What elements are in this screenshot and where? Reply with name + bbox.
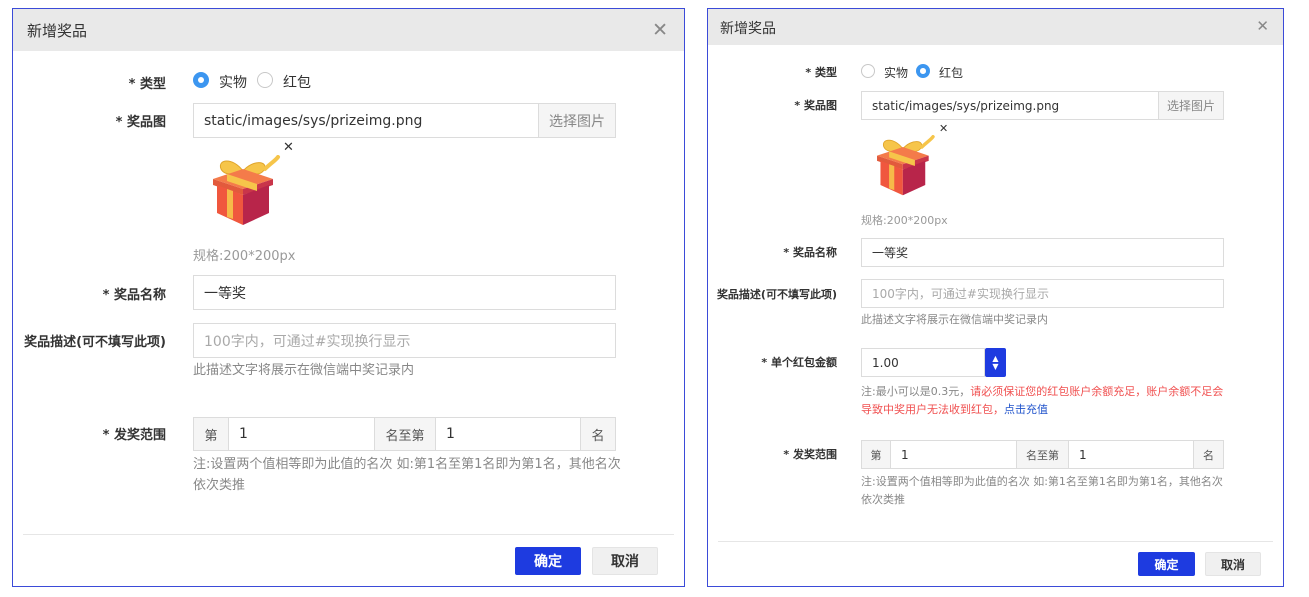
range-hint: 注:设置两个值相等即为此值的名次 如:第1名至第1名即为第1名，其他名次依次类推 (861, 475, 1223, 506)
image-path-input[interactable]: static/images/sys/prizeimg.png (861, 91, 1159, 120)
type-radio-physical[interactable] (193, 72, 209, 88)
prize-name-input[interactable]: 一等奖 (193, 275, 616, 310)
type-label: 类型 (805, 64, 837, 80)
range-prefix: 第 (193, 417, 229, 451)
image-path-input[interactable]: static/images/sys/prizeimg.png (193, 103, 539, 138)
gift-icon (213, 155, 280, 225)
recharge-link[interactable]: 点击充值 (1004, 403, 1048, 416)
spinner-down-icon[interactable]: ▼ (992, 362, 998, 371)
type-radio-redpacket[interactable] (916, 64, 930, 78)
close-icon[interactable]: ✕ (1256, 19, 1269, 34)
add-prize-dialog-physical: 新增奖品 ✕ 类型 实物 红包 奖品图 static/images/sys/pr… (12, 8, 685, 587)
type-radio-redpacket[interactable] (257, 72, 273, 88)
type-option-redpacket-label: 红包 (283, 75, 311, 91)
range-label: 发奖范围 (103, 424, 166, 443)
range-suffix: 名 (1193, 440, 1224, 469)
range-from-input[interactable]: 1 (890, 440, 1017, 469)
choose-image-button[interactable]: 选择图片 (538, 103, 616, 138)
type-option-physical-label: 实物 (219, 75, 247, 91)
dialog-title: 新增奖品 (27, 22, 88, 40)
type-radio-physical[interactable] (861, 64, 875, 78)
description-hint: 此描述文字将展示在微信端中奖记录内 (861, 313, 1048, 326)
description-label: 奖品描述(可不填写此项) (24, 335, 166, 350)
range-prefix: 第 (861, 440, 891, 469)
footer-divider (23, 534, 674, 535)
range-from-input[interactable]: 1 (228, 417, 375, 451)
confirm-button[interactable]: 确定 (515, 547, 581, 575)
type-option-redpacket-label: 红包 (939, 66, 964, 80)
remove-image-icon[interactable]: ✕ (283, 141, 294, 154)
add-prize-dialog-redpacket: 新增奖品 ✕ 类型 实物 红包 奖品图 static/images/sys/pr… (707, 8, 1284, 587)
close-icon[interactable]: ✕ (652, 21, 668, 40)
image-spec-text: 规格:200*200px (861, 214, 948, 227)
dialog-titlebar: 新增奖品 ✕ (708, 9, 1283, 45)
confirm-button[interactable]: 确定 (1138, 552, 1195, 576)
prize-name-input[interactable]: 一等奖 (861, 238, 1224, 267)
image-label: 奖品图 (116, 111, 166, 130)
type-option-physical-label: 实物 (884, 66, 909, 80)
cancel-button[interactable]: 取消 (1205, 552, 1261, 576)
range-hint: 注:设置两个值相等即为此值的名次 如:第1名至第1名即为第1名，其他名次依次类推 (193, 457, 621, 493)
range-suffix: 名 (580, 417, 616, 451)
amount-hint: 注:最小可以是0.3元，请必须保证您的红包账户余额充足，账户余额不足会导致中奖用… (861, 383, 1227, 418)
amount-label: 单个红包金额 (761, 354, 837, 370)
dialog-title: 新增奖品 (720, 21, 776, 37)
remove-image-icon[interactable]: ✕ (939, 123, 948, 134)
amount-spinner[interactable]: ▲ ▼ (985, 348, 1006, 377)
image-spec-text: 规格:200*200px (193, 249, 296, 264)
cancel-button[interactable]: 取消 (592, 547, 658, 575)
image-label: 奖品图 (794, 97, 837, 113)
footer-divider (718, 541, 1273, 542)
name-label: 奖品名称 (783, 244, 837, 260)
range-label: 发奖范围 (783, 446, 837, 462)
redpacket-amount-input[interactable]: 1.00 (861, 348, 985, 377)
type-label: 类型 (129, 73, 166, 92)
range-to-input[interactable]: 1 (435, 417, 581, 451)
range-middle: 名至第 (374, 417, 436, 451)
name-label: 奖品名称 (103, 284, 166, 303)
prize-description-input[interactable]: 100字内，可通过#实现换行显示 (861, 279, 1224, 308)
amount-hint-prefix: 注:最小可以是0.3元， (861, 385, 971, 398)
description-hint: 此描述文字将展示在微信端中奖记录内 (193, 363, 415, 378)
dialog-titlebar: 新增奖品 ✕ (13, 9, 684, 51)
range-middle: 名至第 (1016, 440, 1069, 469)
prize-description-input[interactable]: 100字内，可通过#实现换行显示 (193, 323, 616, 358)
choose-image-button[interactable]: 选择图片 (1158, 91, 1224, 120)
range-to-input[interactable]: 1 (1068, 440, 1194, 469)
description-label: 奖品描述(可不填写此项) (716, 288, 837, 301)
gift-icon (877, 135, 935, 196)
